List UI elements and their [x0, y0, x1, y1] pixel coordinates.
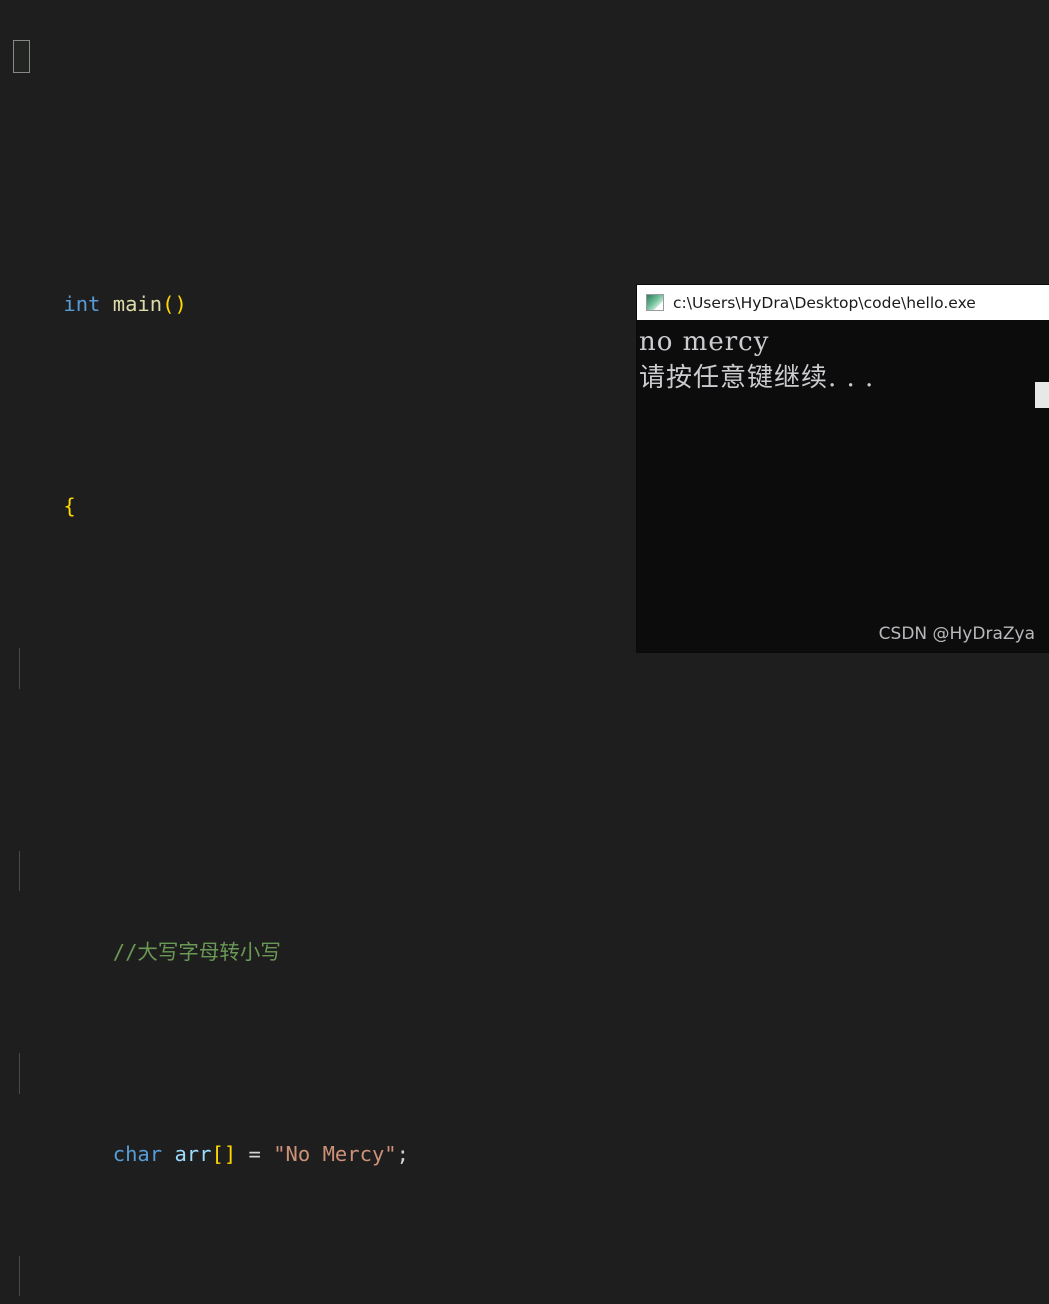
token-brace-open-main: { [63, 494, 76, 518]
code-line[interactable]: int main() [0, 243, 1049, 316]
indent-guide [19, 850, 20, 891]
token-paren-close: ) [174, 291, 187, 316]
console-output-line: no mercy [639, 327, 770, 357]
code-line[interactable]: char arr[] = "No Mercy"; [0, 1053, 1049, 1166]
token-assign: = [236, 1142, 274, 1166]
code-line[interactable]: //大写字母转小写 [0, 850, 1049, 964]
console-titlebar[interactable]: c:\Users\HyDra\Desktop\code\hello.exe [637, 285, 1049, 320]
token-variable-arr: arr [174, 1142, 212, 1166]
code-line-blank[interactable] [0, 648, 1049, 689]
console-window[interactable]: c:\Users\HyDra\Desktop\code\hello.exe no… [637, 285, 1049, 652]
indent-guide [19, 1053, 20, 1094]
console-cursor [1035, 382, 1049, 408]
token-keyword-char: char [112, 1142, 163, 1166]
token-function-main: main [112, 291, 163, 316]
token-brackets: [] [211, 1142, 237, 1166]
bracket-match-highlight [13, 40, 30, 73]
csdn-watermark: CSDN @HyDraZya [878, 624, 1035, 644]
indent-guide [19, 1255, 20, 1296]
console-title-text: c:\Users\HyDra\Desktop\code\hello.exe [673, 293, 976, 312]
token-paren-open: ( [162, 291, 175, 316]
console-output-line: 请按任意键继续. . . [639, 363, 875, 393]
token-keyword-int: int [63, 291, 101, 316]
token-semicolon: ; [396, 1142, 409, 1166]
console-app-icon [646, 294, 664, 311]
token-string-no-mercy: "No Mercy" [273, 1142, 397, 1166]
token-comment: //大写字母转小写 [112, 939, 281, 964]
code-line[interactable]: int i = 0; [0, 1255, 1049, 1296]
indent-guide [19, 648, 20, 689]
console-output-area[interactable]: no mercy 请按任意键继续. . . CSDN @HyDraZya [637, 320, 1049, 652]
